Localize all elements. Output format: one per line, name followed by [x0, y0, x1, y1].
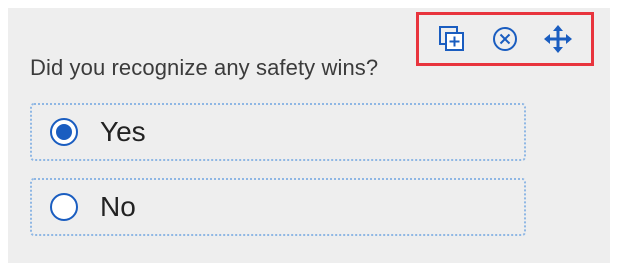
duplicate-button[interactable]	[434, 21, 470, 57]
move-icon	[544, 25, 573, 53]
remove-button[interactable]	[487, 21, 523, 57]
option-label-yes: Yes	[100, 116, 146, 147]
duplicate-icon	[438, 26, 464, 51]
radio-yes[interactable]	[50, 118, 78, 146]
question-text: Did you recognize any safety wins?	[30, 55, 379, 80]
question-card: Did you recognize any safety wins? Yes N…	[8, 8, 610, 263]
question-toolbar	[416, 12, 594, 66]
remove-icon	[492, 27, 517, 51]
option-no[interactable]: No	[30, 178, 526, 236]
option-yes[interactable]: Yes	[30, 103, 526, 161]
option-label-no: No	[100, 191, 136, 222]
move-handle[interactable]	[540, 21, 576, 57]
radio-no[interactable]	[50, 193, 78, 221]
